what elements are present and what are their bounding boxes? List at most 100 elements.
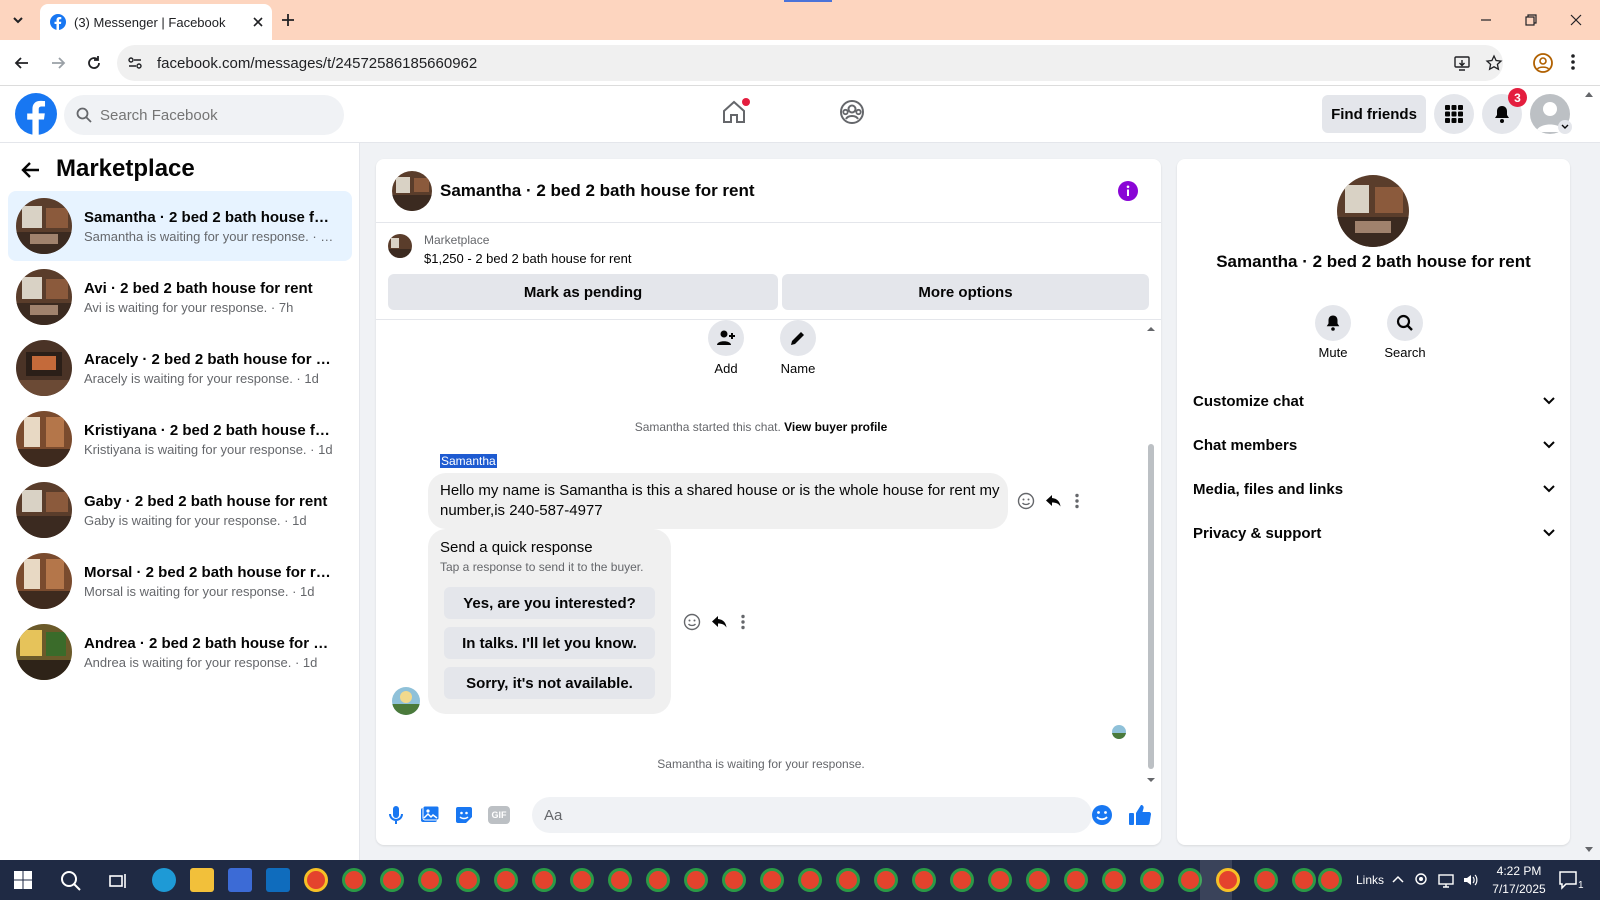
view-buyer-profile-link[interactable]: View buyer profile	[784, 420, 887, 434]
page-scroll-down-icon[interactable]	[1584, 846, 1594, 854]
chrome-icon[interactable]	[532, 868, 556, 892]
back-icon[interactable]	[12, 53, 32, 73]
add-people-button[interactable]	[708, 320, 744, 356]
chrome-icon[interactable]	[722, 868, 746, 892]
thumbs-up-icon[interactable]	[1128, 803, 1152, 827]
chrome-icon[interactable]	[760, 868, 784, 892]
more-options-button[interactable]: More options	[782, 274, 1149, 310]
conversation-item[interactable]: Andrea · 2 bed 2 bath house for rent And…	[8, 617, 352, 687]
conversation-item[interactable]: Gaby · 2 bed 2 bath house for rent Gaby …	[8, 475, 352, 545]
store-icon[interactable]	[228, 868, 252, 892]
back-arrow-icon[interactable]	[20, 159, 42, 181]
url-text[interactable]: facebook.com/messages/t/2457258618566096…	[157, 55, 477, 72]
chrome-icon[interactable]	[1216, 868, 1240, 892]
chrome-icon[interactable]	[1178, 868, 1202, 892]
emoji-icon[interactable]	[1091, 804, 1113, 826]
conversation-item[interactable]: Aracely · 2 bed 2 bath house for rent Ar…	[8, 333, 352, 403]
mute-button[interactable]	[1315, 305, 1351, 341]
browser-tab[interactable]: (3) Messenger | Facebook	[40, 4, 272, 40]
restore-icon[interactable]	[1523, 12, 1539, 28]
tray-chevron-icon[interactable]	[1392, 874, 1404, 884]
chrome-icon[interactable]	[1318, 868, 1342, 892]
install-app-icon[interactable]	[1453, 54, 1471, 72]
more-actions-icon[interactable]	[1074, 492, 1080, 510]
page-scroll-up-icon[interactable]	[1584, 90, 1594, 98]
chrome-icon[interactable]	[304, 868, 328, 892]
conversation-item[interactable]: Samantha · 2 bed 2 bath house for rent S…	[8, 191, 352, 261]
taskbar-links[interactable]: Links	[1356, 873, 1384, 887]
clock-time[interactable]: 4:22 PM	[1486, 864, 1552, 878]
listing-summary[interactable]: $1,250 - 2 bed 2 bath house for rent	[424, 251, 631, 266]
chrome-icon[interactable]	[494, 868, 518, 892]
reply-icon[interactable]	[710, 613, 728, 631]
volume-icon[interactable]	[1462, 872, 1478, 888]
close-window-icon[interactable]	[1568, 12, 1584, 28]
location-icon[interactable]	[1414, 872, 1428, 888]
quick-response-button[interactable]: In talks. I'll let you know.	[444, 627, 655, 659]
chrome-icon[interactable]	[1026, 868, 1050, 892]
gif-icon[interactable]: GIF	[488, 806, 510, 824]
react-emoji-icon[interactable]	[1017, 492, 1035, 510]
new-tab-icon[interactable]	[278, 10, 298, 30]
chrome-icon[interactable]	[1292, 868, 1316, 892]
reload-icon[interactable]	[84, 53, 104, 73]
chrome-icon[interactable]	[380, 868, 404, 892]
menu-grid-button[interactable]	[1434, 94, 1474, 134]
search-input[interactable]	[100, 106, 320, 124]
scroll-down-arrow-icon[interactable]	[1146, 775, 1156, 785]
windows-start-icon[interactable]	[14, 871, 32, 889]
media-files-links-section[interactable]: Media, files and links	[1193, 469, 1555, 509]
facebook-logo-icon[interactable]	[15, 93, 57, 135]
listing-thumbnail[interactable]	[388, 234, 412, 258]
chrome-icon[interactable]	[646, 868, 670, 892]
network-icon[interactable]	[1438, 872, 1454, 888]
forward-icon[interactable]	[48, 53, 68, 73]
notification-center-icon[interactable]	[1558, 870, 1580, 890]
close-tab-icon[interactable]	[252, 16, 264, 28]
chrome-icon[interactable]	[1064, 868, 1088, 892]
customize-chat-section[interactable]: Customize chat	[1193, 381, 1555, 421]
chrome-icon[interactable]	[684, 868, 708, 892]
mark-pending-button[interactable]: Mark as pending	[388, 274, 778, 310]
info-icon[interactable]	[1118, 181, 1138, 201]
photo-icon[interactable]	[420, 805, 440, 825]
microphone-icon[interactable]	[386, 805, 406, 825]
tab-search-icon[interactable]	[8, 10, 28, 30]
name-chat-button[interactable]	[780, 320, 816, 356]
chat-scrollbar[interactable]	[1148, 444, 1154, 769]
outlook-icon[interactable]	[266, 868, 290, 892]
avatar[interactable]	[392, 171, 432, 211]
avatar[interactable]	[1337, 175, 1409, 247]
facebook-search[interactable]	[64, 95, 344, 135]
message-bubble[interactable]: Hello my name is Samantha is this a shar…	[428, 473, 1008, 529]
edge-icon[interactable]	[152, 868, 176, 892]
reply-icon[interactable]	[1044, 492, 1062, 510]
chat-members-section[interactable]: Chat members	[1193, 425, 1555, 465]
scroll-up-arrow-icon[interactable]	[1146, 324, 1156, 334]
chrome-icon[interactable]	[1102, 868, 1126, 892]
minimize-icon[interactable]	[1478, 12, 1494, 28]
chrome-icon[interactable]	[1254, 868, 1278, 892]
profile-icon[interactable]	[1532, 52, 1554, 74]
taskbar-search-icon[interactable]	[60, 870, 82, 892]
chrome-icon[interactable]	[798, 868, 822, 892]
chrome-icon[interactable]	[988, 868, 1012, 892]
chrome-icon[interactable]	[456, 868, 480, 892]
more-actions-icon[interactable]	[740, 613, 746, 631]
chrome-icon[interactable]	[1140, 868, 1164, 892]
chrome-icon[interactable]	[570, 868, 594, 892]
chrome-icon[interactable]	[608, 868, 632, 892]
chrome-icon[interactable]	[342, 868, 366, 892]
quick-response-button[interactable]: Sorry, it's not available.	[444, 667, 655, 699]
site-settings-icon[interactable]	[126, 54, 144, 72]
quick-response-button[interactable]: Yes, are you interested?	[444, 587, 655, 619]
chrome-icon[interactable]	[836, 868, 860, 892]
chrome-icon[interactable]	[874, 868, 898, 892]
clock-date[interactable]: 7/17/2025	[1486, 882, 1552, 896]
conversation-item[interactable]: Avi · 2 bed 2 bath house for rent Avi is…	[8, 262, 352, 332]
conversation-item[interactable]: Morsal · 2 bed 2 bath house for rent Mor…	[8, 546, 352, 616]
privacy-support-section[interactable]: Privacy & support	[1193, 513, 1555, 553]
react-emoji-icon[interactable]	[683, 613, 701, 631]
url-bar[interactable]: facebook.com/messages/t/2457258618566096…	[117, 45, 1503, 81]
browser-menu-icon[interactable]	[1570, 52, 1576, 72]
